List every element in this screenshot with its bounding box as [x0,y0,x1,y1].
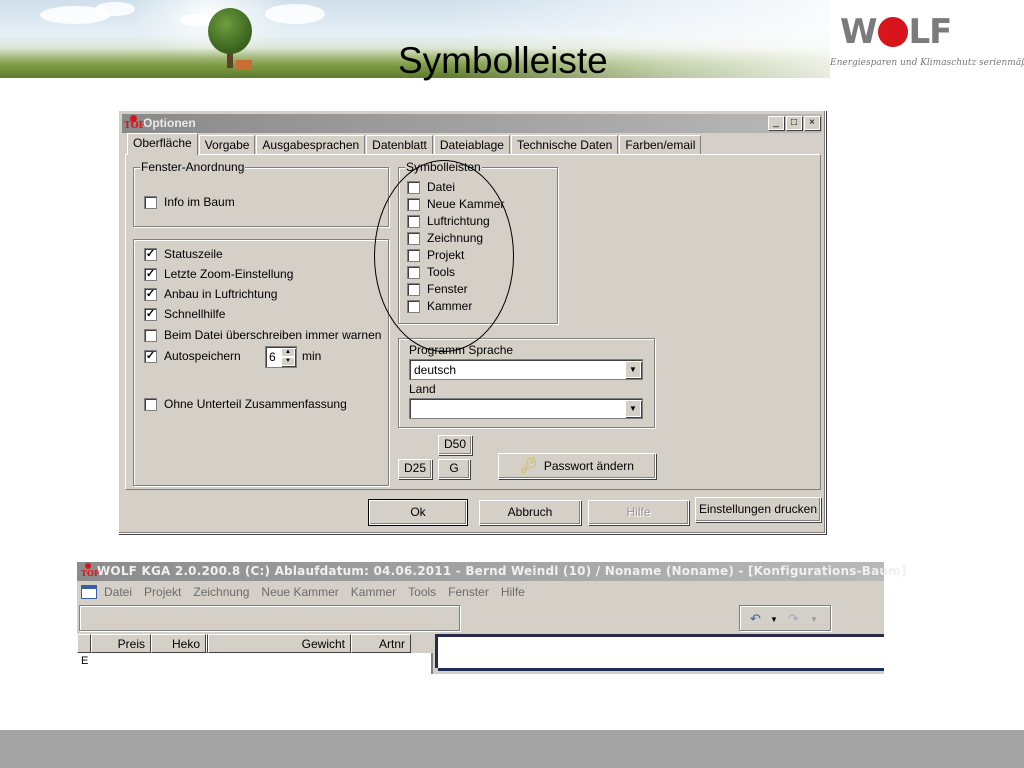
grid-column-heko[interactable]: Heko [151,634,206,653]
checkbox-box[interactable]: ✓ [144,267,157,281]
tab-datenblatt[interactable]: Datenblatt [366,135,433,155]
ueberschreiben-warnen-checkbox[interactable]: Beim Datei überschreiben immer warnen [144,328,381,342]
menu-kammer[interactable]: Kammer [351,585,396,599]
anbau-luftrichtung-checkbox[interactable]: ✓ Anbau in Luftrichtung [144,287,277,301]
grid-column-preis[interactable]: Preis [91,634,151,653]
menu-projekt[interactable]: Projekt [144,585,181,599]
drawing-area[interactable] [435,634,884,671]
app-icon: TOP [81,563,100,579]
logo-red-dot-icon [877,17,908,47]
abbruch-button[interactable]: Abbruch [479,500,581,525]
undo-dropdown-icon[interactable]: ▼ [770,615,778,624]
close-button[interactable]: × [804,116,820,130]
programm-sprache-select[interactable]: deutsch ▼ [409,359,643,380]
d50-button[interactable]: D50 [438,435,472,455]
hilfe-button[interactable]: Hilfe [588,500,689,525]
checkbox-box[interactable] [144,195,157,209]
checkbox-box[interactable] [144,328,157,342]
autospeichern-unit: min [302,349,322,363]
tab-oberflaeche[interactable]: Oberfläche [127,133,198,155]
key-icon: 🔑︎ [520,457,538,473]
general-options-group: ✓ Statuszeile ✓ Letzte Zoom-Einstellung … [133,239,389,486]
wolf-logo: W LF Energiesparen und Klimaschutz serien… [830,0,1024,78]
tab-farben-email[interactable]: Farben/email [619,135,702,155]
menu-tools[interactable]: Tools [408,585,436,599]
d25-button[interactable]: D25 [398,459,432,479]
tab-strip: Oberfläche Vorgabe Ausgabesprachen Daten… [127,133,702,155]
passwort-aendern-button[interactable]: 🔑︎ Passwort ändern [498,453,656,479]
grid-column-gewicht[interactable]: Gewicht [208,634,351,653]
checkbox-box[interactable] [144,397,157,411]
grid-column-artnr[interactable]: Artnr [351,634,411,653]
top-app-icon: TOP [124,115,145,132]
einstellungen-drucken-button[interactable]: Einstellungen drucken [695,497,821,522]
highlight-ellipse [374,160,514,352]
slide-title: Symbolleiste [398,40,608,81]
menu-hilfe[interactable]: Hilfe [501,585,525,599]
info-im-baum-checkbox[interactable]: Info im Baum [144,195,235,209]
fenster-anordnung-label: Fenster-Anordnung [140,160,246,174]
stepper-down-icon[interactable]: ▼ [281,357,295,366]
ok-button[interactable]: Ok [368,499,468,526]
grid-row-text: E [81,655,89,667]
menu-bar: Datei Projekt Zeichnung Neue Kammer Kamm… [77,582,884,602]
tab-dateiablage[interactable]: Dateiablage [433,135,510,155]
checkbox-box[interactable]: ✓ [144,247,157,261]
land-select[interactable]: ▼ [409,398,643,419]
chevron-down-icon[interactable]: ▼ [625,361,641,378]
grid-column-handle[interactable] [77,634,91,653]
menu-zeichnung[interactable]: Zeichnung [193,585,249,599]
window-icon[interactable] [81,585,97,599]
chevron-down-icon[interactable]: ▼ [625,400,641,417]
checkbox-box[interactable]: ✓ [144,349,157,363]
dialog-title: Optionen [143,116,196,130]
grid-header: Preis Heko Gewicht Artnr [77,634,433,653]
statuszeile-checkbox[interactable]: ✓ Statuszeile [144,247,223,261]
app-title: WOLF KGA 2.0.200.8 (C:) Ablaufdatum: 04.… [97,564,907,578]
tab-vorgabe[interactable]: Vorgabe [198,135,256,155]
schnellhilfe-checkbox[interactable]: ✓ Schnellhilfe [144,307,225,321]
checkbox-box[interactable]: ✓ [144,287,157,301]
redo-dropdown-icon[interactable]: ▼ [810,615,818,624]
menu-fenster[interactable]: Fenster [448,585,489,599]
autospeichern-checkbox[interactable]: ✓ Autospeichern [144,349,241,363]
land-label: Land [409,382,436,396]
tab-ausgabesprachen[interactable]: Ausgabesprachen [256,135,366,155]
menu-datei[interactable]: Datei [104,585,132,599]
logo-tagline: Energiesparen und Klimaschutz serienmäßi… [830,58,1024,68]
autospeichern-stepper[interactable]: 6 ▲ ▼ [265,346,297,368]
minimize-button[interactable]: _ [768,116,784,130]
tab-technische-daten[interactable]: Technische Daten [510,135,619,155]
toolbar-area: ↶ ▼ ↷ ▼ [77,603,884,633]
checkbox-box[interactable]: ✓ [144,307,157,321]
redo-icon[interactable]: ↷ [788,611,799,627]
menu-neue-kammer[interactable]: Neue Kammer [261,585,338,599]
toolbar-panel-left [79,605,460,631]
undo-icon[interactable]: ↶ [750,611,761,627]
slide-footer-band [0,730,1024,768]
ohne-unterteil-checkbox[interactable]: Ohne Unterteil Zusammenfassung [144,397,347,411]
grid-row[interactable]: E [77,653,433,674]
dialog-titlebar[interactable]: TOP Optionen _ □ × [122,114,822,133]
maximize-button[interactable]: □ [786,116,802,130]
kga-app-window: TOP WOLF KGA 2.0.200.8 (C:) Ablaufdatum:… [77,562,906,674]
stepper-up-icon[interactable]: ▲ [281,348,295,357]
zoom-einstellung-checkbox[interactable]: ✓ Letzte Zoom-Einstellung [144,267,293,281]
g-button[interactable]: G [438,459,470,479]
fenster-anordnung-group: Fenster-Anordnung Info im Baum [133,160,389,227]
app-titlebar[interactable]: TOP WOLF KGA 2.0.200.8 (C:) Ablaufdatum:… [77,562,906,581]
toolbar-panel-undo: ↶ ▼ ↷ ▼ [739,605,831,631]
